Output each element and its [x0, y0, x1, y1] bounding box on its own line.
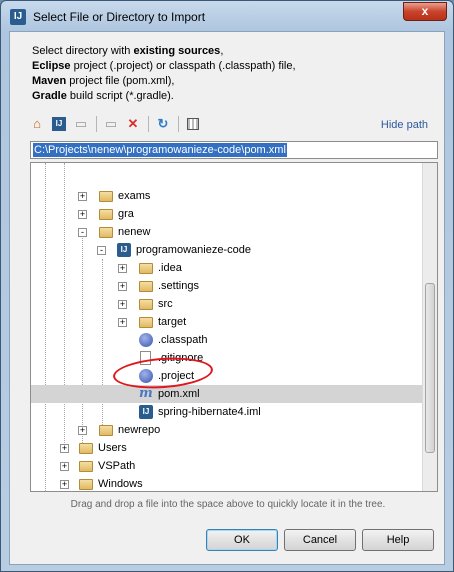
maven-icon: m — [139, 386, 153, 401]
tree-item-label: newrepo — [118, 424, 161, 436]
expand-icon[interactable]: + — [60, 444, 69, 453]
folder-icon — [79, 443, 93, 454]
folder-icon — [99, 209, 113, 220]
tree-item-label: exams — [118, 190, 151, 202]
toolbar-separator — [96, 116, 97, 132]
eclipse-icon — [139, 333, 153, 347]
tree-item[interactable]: + gra — [31, 205, 423, 223]
tree-item[interactable]: + .settings — [31, 277, 423, 295]
tree-item-selected[interactable]: m pom.xml — [31, 385, 423, 403]
folder-icon — [139, 317, 153, 328]
tree-item[interactable]: + .idea — [31, 259, 423, 277]
tree-item-label: VSPath — [98, 460, 136, 472]
folder-icon — [79, 461, 93, 472]
tree-item[interactable]: - nenew — [31, 223, 423, 241]
tree-item-label: Windows — [98, 478, 143, 490]
description-text: Select directory with — [32, 45, 134, 57]
expand-icon[interactable]: + — [118, 264, 127, 273]
collapse-icon[interactable]: - — [97, 246, 106, 255]
tree-item[interactable]: + VSPath — [31, 457, 423, 475]
tree-item[interactable]: + Users — [31, 439, 423, 457]
folder-icon — [139, 263, 153, 274]
tree-item[interactable]: + exams — [31, 187, 423, 205]
folder-icon — [99, 425, 113, 436]
description-text: build script (*.gradle). — [66, 90, 174, 102]
tree-item-label: .idea — [158, 262, 182, 274]
description-bold: Eclipse — [32, 60, 71, 72]
module-folder-icon[interactable]: ▭ — [72, 115, 90, 133]
tree-item-label: target — [158, 316, 187, 328]
tree-item[interactable]: + newrepo — [31, 421, 423, 439]
ok-button[interactable]: OK — [206, 529, 278, 551]
dialog-window: IJ Select File or Directory to Import x … — [0, 0, 454, 572]
tree-item[interactable]: - IJ programowanieze-code — [31, 241, 423, 259]
tree-item[interactable]: + src — [31, 295, 423, 313]
tree-item-label: .classpath — [158, 334, 208, 346]
expand-icon[interactable]: + — [78, 192, 87, 201]
tree-item[interactable]: .classpath — [31, 331, 423, 349]
tree-item[interactable]: + target — [31, 313, 423, 331]
description-bold: existing sources — [133, 45, 221, 57]
tree-scrollbar[interactable] — [422, 163, 437, 491]
collapse-icon[interactable]: - — [78, 228, 87, 237]
folder-icon — [99, 191, 113, 202]
description: Select directory with existing sources, … — [32, 44, 296, 104]
project-icon[interactable]: IJ — [50, 115, 68, 133]
tree-item[interactable]: IJ spring-hibernate4.iml — [31, 403, 423, 421]
title-bar[interactable]: IJ Select File or Directory to Import x — [1, 1, 453, 31]
delete-icon[interactable]: ✕ — [124, 115, 142, 133]
cancel-button[interactable]: Cancel — [284, 529, 356, 551]
description-text: , — [220, 45, 224, 57]
toolbar-separator — [178, 116, 179, 132]
tree-item-label: .settings — [158, 280, 199, 292]
folder-icon — [79, 479, 93, 490]
close-button[interactable]: x — [403, 2, 447, 21]
expand-icon[interactable]: + — [118, 318, 127, 327]
drag-drop-hint: Drag and drop a file into the space abov… — [70, 499, 386, 510]
expand-icon[interactable]: + — [60, 480, 69, 489]
refresh-icon[interactable]: ↻ — [154, 115, 172, 133]
folder-icon — [99, 227, 113, 238]
home-icon[interactable]: ⌂ — [28, 115, 46, 133]
tree-item-label: src — [158, 298, 173, 310]
module-icon: IJ — [139, 405, 153, 419]
tree-item[interactable]: .project — [31, 367, 423, 385]
intellij-icon: IJ — [10, 9, 26, 25]
expand-icon[interactable]: + — [118, 300, 127, 309]
folder-icon — [139, 281, 153, 292]
toolbar: ⌂ IJ ▭ ▭ ✕ ↻ Hide path — [24, 112, 432, 138]
description-bold: Gradle — [32, 90, 67, 102]
description-text: project (.project) or classpath (.classp… — [70, 60, 296, 72]
tree-item-label: programowanieze-code — [136, 244, 251, 256]
new-folder-icon[interactable]: ▭ — [102, 115, 120, 133]
show-hidden-icon[interactable] — [184, 115, 202, 133]
file-tree[interactable]: + exams + gra - nenew - IJ programowanie… — [30, 162, 438, 492]
scrollbar-thumb[interactable] — [425, 283, 435, 453]
hide-path-link[interactable]: Hide path — [381, 119, 428, 131]
tree-item-label: gra — [118, 208, 134, 220]
tree-item-label: nenew — [118, 226, 151, 238]
path-value: C:\Projects\nenew\programowanieze-code\p… — [33, 143, 287, 157]
path-input[interactable]: C:\Projects\nenew\programowanieze-code\p… — [30, 141, 438, 159]
description-text: project file (pom.xml), — [66, 75, 175, 87]
module-icon: IJ — [117, 243, 131, 257]
tree-item[interactable]: .gitignore — [31, 349, 423, 367]
help-button[interactable]: Help — [362, 529, 434, 551]
expand-icon[interactable]: + — [60, 462, 69, 471]
expand-icon[interactable]: + — [78, 210, 87, 219]
tree-item[interactable]: + Windows — [31, 475, 423, 491]
dialog-content: Select directory with existing sources, … — [9, 31, 445, 565]
toolbar-separator — [148, 116, 149, 132]
expand-icon[interactable]: + — [118, 282, 127, 291]
expand-icon[interactable]: + — [78, 426, 87, 435]
tree-item-label: Users — [98, 442, 127, 454]
folder-icon — [139, 299, 153, 310]
description-bold: Maven — [32, 75, 67, 87]
tree-item-label: spring-hibernate4.iml — [158, 406, 261, 418]
window-title: Select File or Directory to Import — [33, 10, 206, 24]
